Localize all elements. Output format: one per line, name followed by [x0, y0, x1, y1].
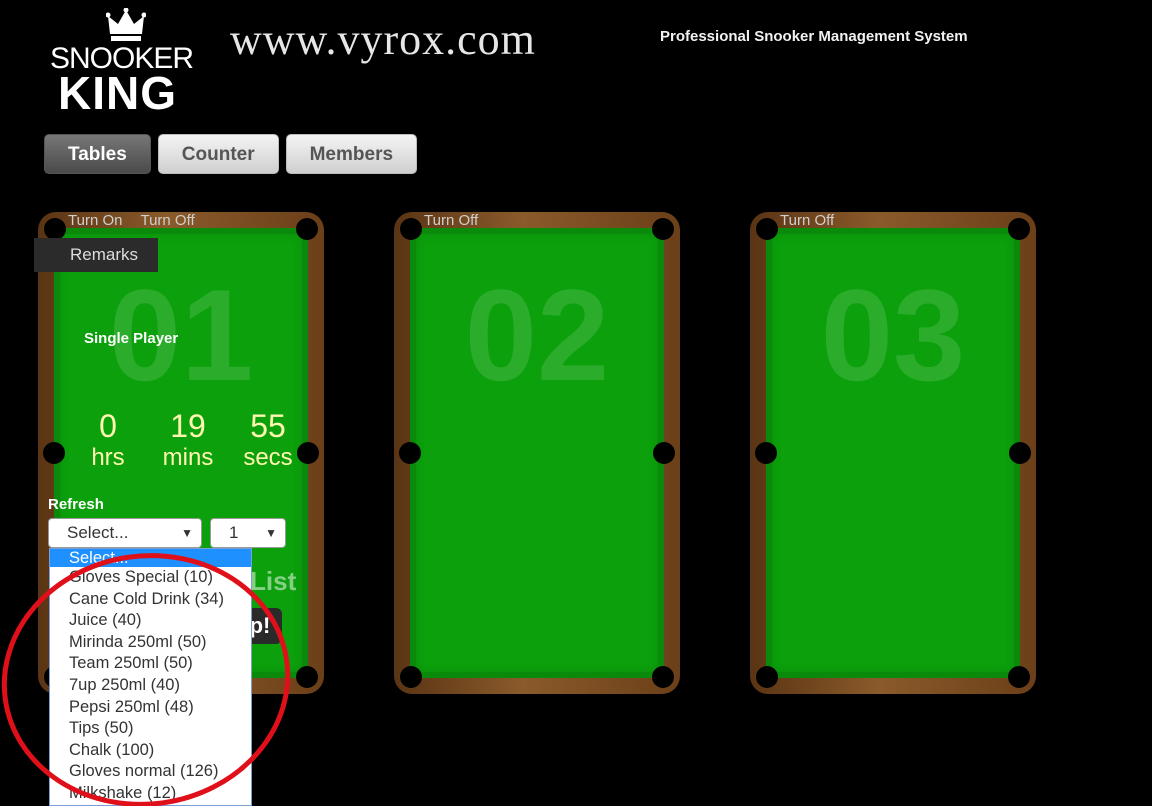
crown-icon [106, 8, 146, 41]
logo-text-king: KING [58, 67, 177, 119]
table-controls: Turn Off [780, 212, 834, 229]
pocket [652, 218, 674, 240]
pocket [399, 442, 421, 464]
dropdown-option[interactable]: Select... [50, 549, 251, 567]
turn-off-link[interactable]: Turn Off [140, 212, 194, 229]
pocket [653, 442, 675, 464]
timer-minutes-label: mins [162, 444, 214, 471]
tagline: Professional Snooker Management System [660, 28, 968, 45]
turn-on-link[interactable]: Turn On [68, 212, 122, 229]
hidden-list-label: List [250, 566, 297, 596]
product-select[interactable]: Select... ▼ [48, 518, 202, 548]
pocket [756, 218, 778, 240]
dropdown-arrow-icon: ▼ [181, 526, 193, 540]
turn-off-link[interactable]: Turn Off [424, 212, 478, 229]
pocket [400, 218, 422, 240]
pocket [400, 666, 422, 688]
dropdown-option[interactable]: 7up 250ml (40) [50, 675, 251, 697]
timer-seconds-label: secs [243, 444, 293, 471]
dropdown-option[interactable]: Team 250ml (50) [50, 653, 251, 675]
pocket [652, 666, 674, 688]
timer-hours-value: 0 [99, 408, 117, 444]
pocket [756, 666, 778, 688]
dropdown-option[interactable]: Chalk (100) [50, 740, 251, 762]
quantity-select[interactable]: 1 ▼ [210, 518, 286, 548]
table-controls: Turn Off [424, 212, 478, 229]
pocket [755, 442, 777, 464]
dropdown-option[interactable]: Pepsi 250ml (48) [50, 697, 251, 719]
dropdown-option[interactable]: Gloves Special (10) [50, 567, 251, 589]
product-select-value: Select... [67, 523, 129, 542]
tab-tables[interactable]: Tables [44, 134, 151, 174]
site-url: www.vyrox.com [230, 15, 536, 64]
refresh-link[interactable]: Refresh [48, 496, 104, 513]
quantity-select-value: 1 [229, 523, 239, 542]
product-dropdown-list[interactable]: Select... Gloves Special (10) Cane Cold … [49, 548, 252, 806]
remarks-button[interactable]: Remarks [34, 238, 158, 272]
main-nav: Tables Counter Members [44, 134, 418, 174]
table-number: 01 [108, 262, 254, 408]
pocket [1008, 666, 1030, 688]
pocket [1008, 218, 1030, 240]
dropdown-arrow-icon: ▼ [265, 526, 277, 540]
player-type: Single Player [84, 330, 179, 347]
turn-off-link[interactable]: Turn Off [780, 212, 834, 229]
pocket [296, 666, 318, 688]
dropdown-option[interactable]: Mirinda 250ml (50) [50, 632, 251, 654]
pocket [43, 442, 65, 464]
pocket [44, 218, 66, 240]
pocket [296, 218, 318, 240]
dropdown-option[interactable]: Juice (40) [50, 610, 251, 632]
dropdown-option[interactable]: Tips (50) [50, 718, 251, 740]
timer-minutes-value: 19 [170, 408, 206, 444]
tab-members[interactable]: Members [285, 134, 418, 174]
dropdown-option[interactable]: Gloves normal (126) [50, 761, 251, 783]
timer-minutes: 19 mins [148, 408, 228, 472]
snooker-king-logo: SNOOKER KING [48, 8, 208, 119]
session-timer: 0 hrs 19 mins 55 secs [68, 408, 308, 472]
tab-counter[interactable]: Counter [157, 134, 279, 174]
table-controls: Turn On Turn Off [68, 212, 195, 229]
timer-hours-label: hrs [91, 444, 125, 471]
timer-hours: 0 hrs [68, 408, 148, 472]
timer-seconds: 55 secs [228, 408, 308, 472]
timer-seconds-value: 55 [250, 408, 286, 444]
snooker-table-02: 02 Turn Off [394, 212, 680, 694]
dropdown-option[interactable]: Cane Cold Drink (34) [50, 589, 251, 611]
snooker-table-03: 03 Turn Off [750, 212, 1036, 694]
pocket [1009, 442, 1031, 464]
table-number: 02 [464, 262, 610, 408]
table-number: 03 [820, 262, 966, 408]
dropdown-option[interactable]: Milkshake (12) [50, 783, 251, 805]
